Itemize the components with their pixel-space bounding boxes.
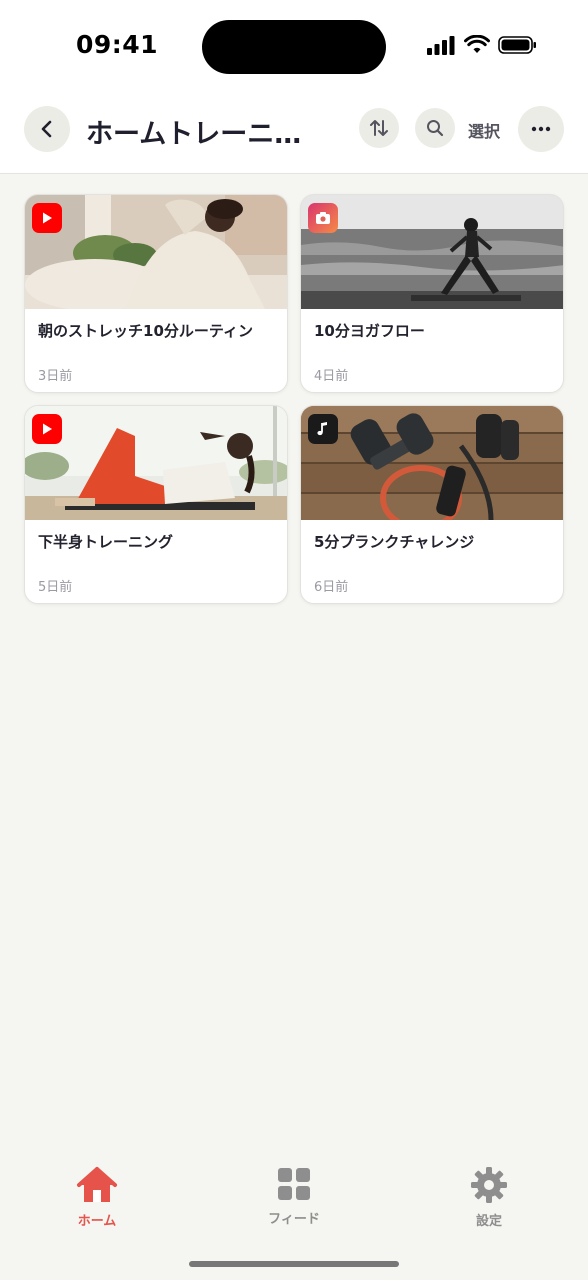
card-thumbnail bbox=[301, 195, 563, 309]
tab-home[interactable]: ホーム bbox=[37, 1166, 157, 1229]
battery-icon bbox=[498, 36, 536, 54]
nav-header: ホームトレーニ… 選択 bbox=[0, 92, 588, 174]
tab-settings[interactable]: 設定 bbox=[429, 1166, 549, 1229]
cellular-signal-icon bbox=[427, 36, 455, 55]
card-date: 6日前 bbox=[314, 580, 349, 595]
content-card[interactable]: 10分ヨガフロー 4日前 bbox=[300, 194, 564, 393]
youtube-icon bbox=[32, 203, 62, 233]
status-bar: 09:41 bbox=[0, 0, 588, 92]
sort-arrows-icon bbox=[370, 120, 388, 136]
card-title: 朝のストレッチ10分ルーティン bbox=[38, 322, 253, 340]
youtube-icon bbox=[32, 414, 62, 444]
card-date: 3日前 bbox=[38, 369, 73, 384]
card-date: 5日前 bbox=[38, 580, 73, 595]
page-title: ホームトレーニ… bbox=[86, 119, 302, 150]
home-indicator bbox=[189, 1261, 399, 1267]
sort-button[interactable] bbox=[359, 108, 399, 148]
back-button[interactable] bbox=[24, 106, 70, 152]
more-button[interactable] bbox=[518, 106, 564, 152]
status-icons bbox=[426, 35, 538, 55]
tab-home-label: ホーム bbox=[77, 1214, 117, 1229]
card-thumbnail bbox=[301, 406, 563, 520]
status-time: 09:41 bbox=[76, 30, 159, 59]
grid-icon bbox=[278, 1168, 310, 1200]
content-card[interactable]: 5分プランクチャレンジ 6日前 bbox=[300, 405, 564, 604]
wifi-icon bbox=[464, 35, 490, 53]
tab-settings-label: 設定 bbox=[475, 1214, 502, 1229]
content-card[interactable]: 朝のストレッチ10分ルーティン 3日前 bbox=[24, 194, 288, 393]
tab-feed-label: フィード bbox=[268, 1212, 320, 1227]
dynamic-island bbox=[202, 20, 386, 74]
card-title: 5分プランクチャレンジ bbox=[314, 533, 475, 551]
select-button[interactable]: 選択 bbox=[468, 118, 500, 142]
content-card[interactable]: 下半身トレーニング 5日前 bbox=[24, 405, 288, 604]
card-thumbnail bbox=[25, 406, 287, 520]
card-date: 4日前 bbox=[314, 369, 349, 384]
chevron-left-icon bbox=[41, 120, 52, 138]
card-title: 10分ヨガフロー bbox=[314, 322, 425, 340]
card-thumbnail bbox=[25, 195, 287, 309]
card-title: 下半身トレーニング bbox=[38, 533, 174, 551]
search-icon bbox=[427, 120, 444, 137]
home-icon bbox=[77, 1167, 117, 1202]
instagram-icon bbox=[308, 203, 338, 233]
search-button[interactable] bbox=[415, 108, 455, 148]
more-horizontal-icon bbox=[531, 126, 551, 132]
content-grid: 朝のストレッチ10分ルーティン 3日前 10分ヨガフロー 4日前 下半身トレーニ… bbox=[24, 194, 564, 604]
gear-icon bbox=[471, 1167, 507, 1203]
tab-feed[interactable]: フィード bbox=[234, 1166, 354, 1227]
tab-bar: ホーム フィード 設定 bbox=[0, 1160, 588, 1240]
music-icon bbox=[308, 414, 338, 444]
